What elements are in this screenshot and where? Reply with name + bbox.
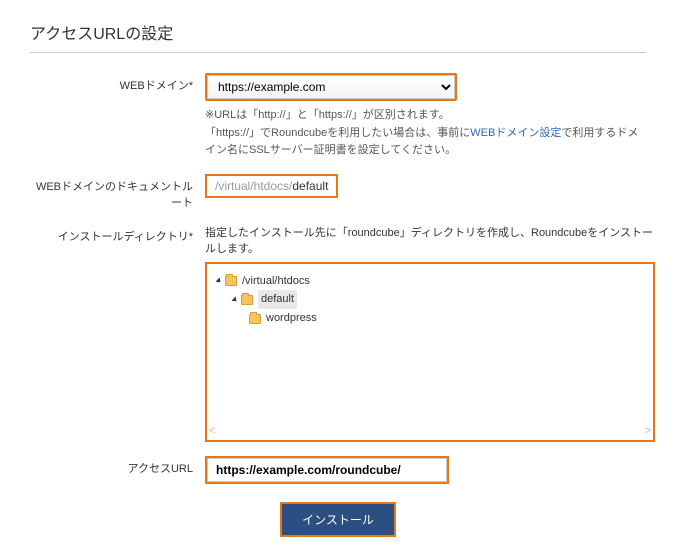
docroot-bold: default [292,179,328,193]
tree-default[interactable]: default [233,290,643,309]
docroot-gray: /virtual/htdocs/ [215,179,292,193]
tree-scrollbar[interactable]: < > [209,424,651,438]
web-domain-settings-link[interactable]: WEBドメイン設定 [470,127,561,139]
help-line1: ※URLは「http://」と「https://」が区別されます。 [205,109,450,121]
folder-icon [249,314,261,324]
tree-wordpress-label: wordpress [266,309,317,328]
scroll-left-icon[interactable]: < [209,425,215,437]
expand-arrow-icon[interactable] [215,278,222,285]
accessurl-input[interactable] [207,458,447,482]
scroll-right-icon[interactable]: > [645,425,651,437]
docroot-label: WEBドメインのドキュメントルート [30,174,205,210]
help-line2a: 「https://」でRoundcubeを利用したい場合は、事前に [205,127,470,139]
page-title: アクセスURLの設定 [30,20,646,53]
install-button-wrap: インストール [280,502,396,537]
tree-default-label: default [258,290,297,309]
folder-icon [225,276,237,286]
accessurl-wrap [205,456,449,484]
tree-root-label: /virtual/htdocs [242,272,310,291]
docroot-box: /virtual/htdocs/default [205,174,338,198]
domain-select[interactable]: https://example.com [207,75,455,99]
domain-help: ※URLは「http://」と「https://」が区別されます。 「https… [205,107,646,160]
installdir-label: インストールディレクトリ* [30,224,205,244]
accessurl-label: アクセスURL [30,456,205,476]
directory-tree[interactable]: /virtual/htdocs default wordpress < > [205,262,655,442]
install-button[interactable]: インストール [282,504,394,535]
installdir-desc: 指定したインストール先に「roundcube」ディレクトリを作成し、Roundc… [205,224,655,256]
folder-icon [241,295,253,305]
domain-label: WEBドメイン* [30,73,205,93]
expand-arrow-icon[interactable] [231,296,238,303]
domain-select-wrap: https://example.com [205,73,457,101]
tree-wordpress[interactable]: wordpress [249,309,643,328]
tree-root[interactable]: /virtual/htdocs [217,272,643,291]
